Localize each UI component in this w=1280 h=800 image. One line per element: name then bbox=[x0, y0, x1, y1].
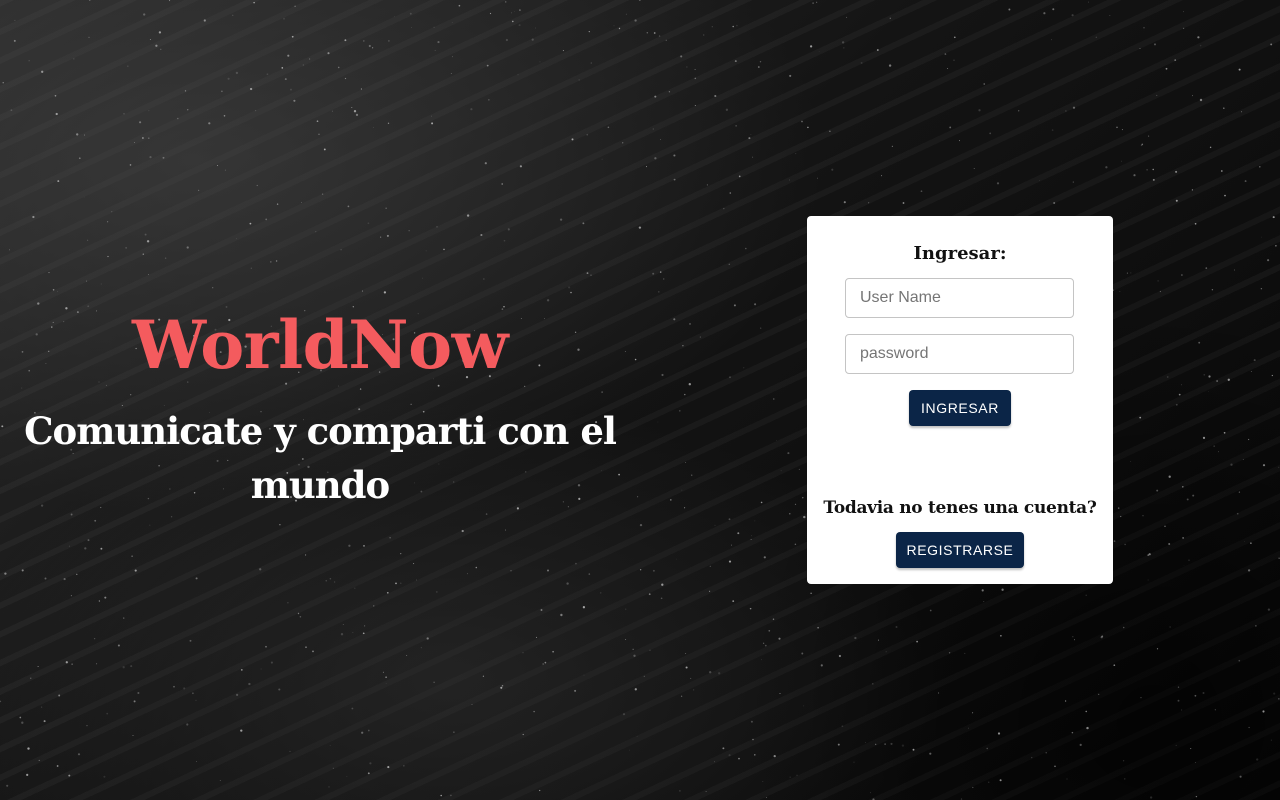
brand-title: WorldNow bbox=[132, 306, 508, 384]
hero-section: WorldNow Comunicate y comparti con el mu… bbox=[20, 300, 620, 512]
login-button[interactable]: INGRESAR bbox=[909, 390, 1011, 426]
login-title: Ingresar: bbox=[913, 243, 1007, 264]
tagline: Comunicate y comparti con el mundo bbox=[24, 409, 617, 507]
username-input[interactable] bbox=[845, 278, 1074, 318]
login-card: Ingresar: INGRESAR Todavia no tenes una … bbox=[807, 216, 1113, 584]
register-button[interactable]: REGISTRARSE bbox=[896, 532, 1024, 568]
password-input[interactable] bbox=[845, 334, 1074, 374]
register-prompt: Todavia no tenes una cuenta? bbox=[823, 498, 1097, 518]
